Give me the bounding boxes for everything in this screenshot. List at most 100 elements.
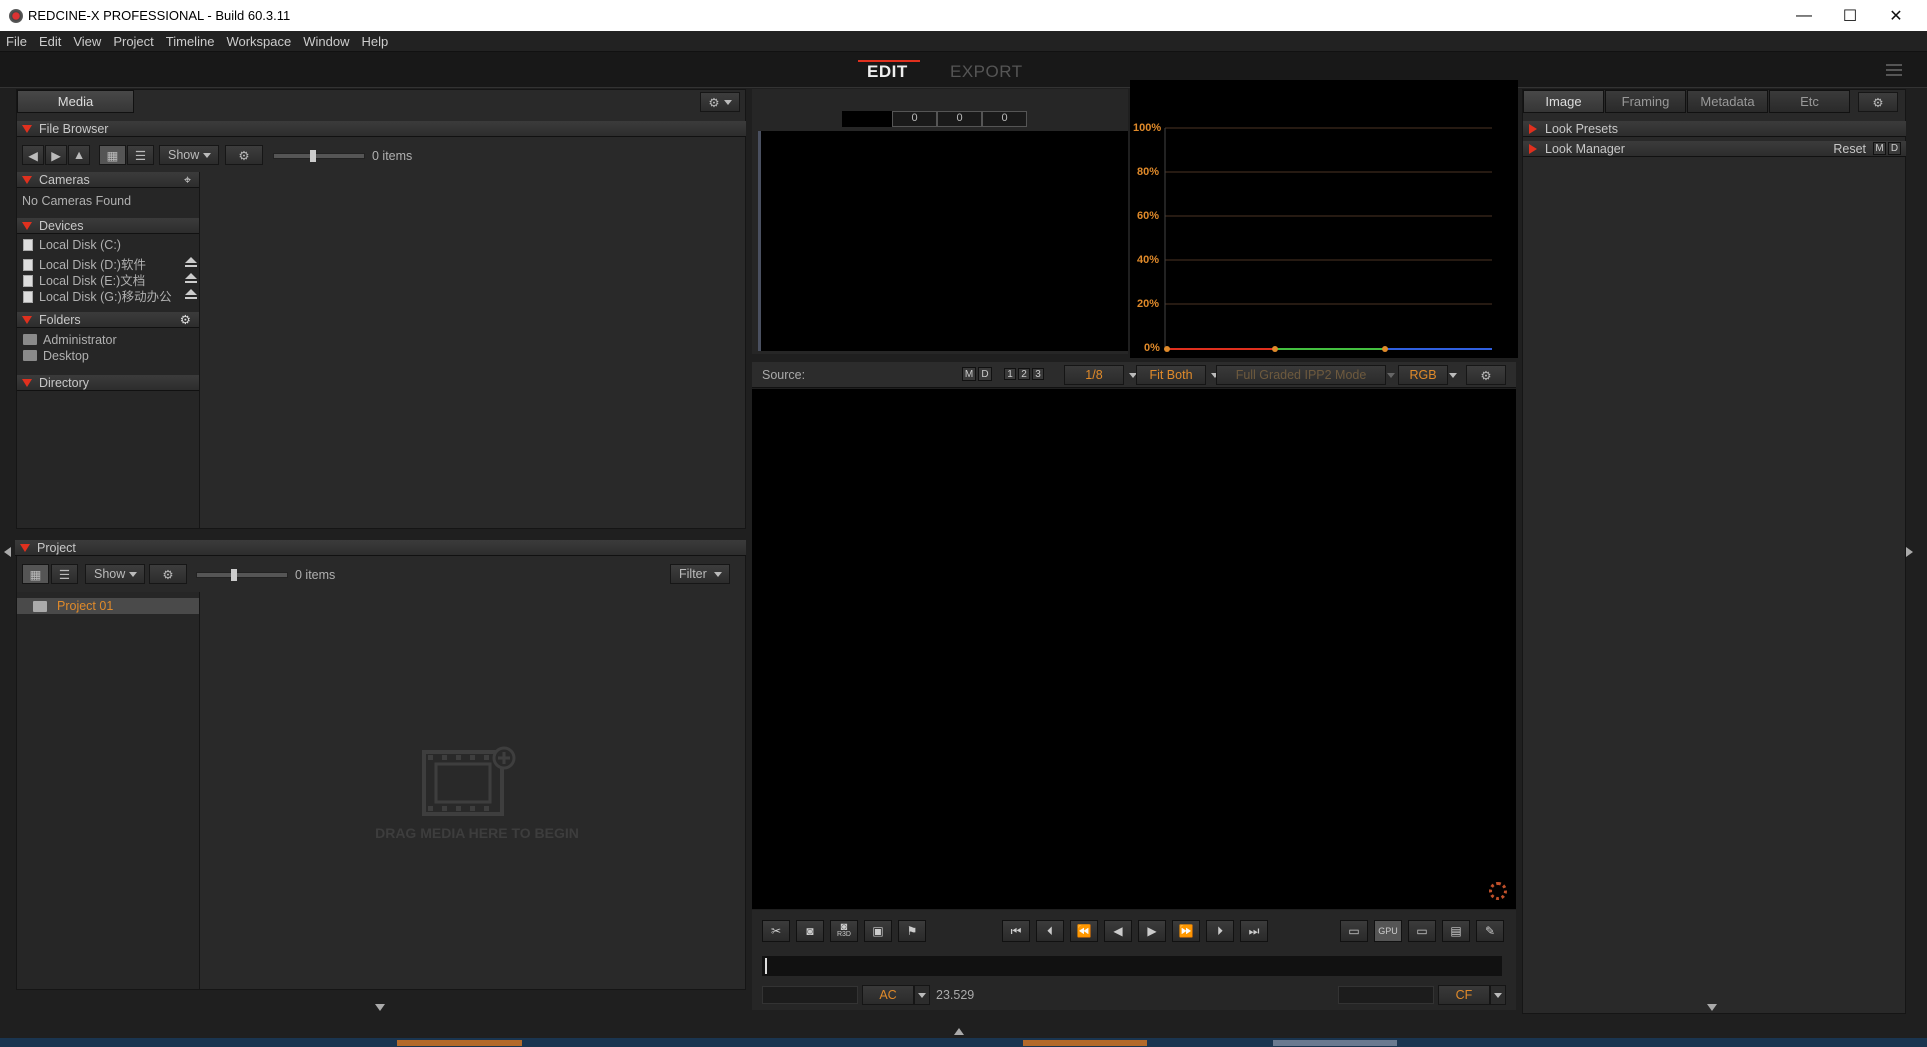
go-to-start-button[interactable]: ⏮ <box>1002 920 1030 942</box>
directory-header[interactable]: Directory <box>17 375 199 391</box>
previous-clip-button[interactable]: ⏴ <box>1036 920 1064 942</box>
next-clip-button[interactable]: ⏵ <box>1206 920 1234 942</box>
reset-button[interactable]: Reset <box>1833 141 1866 157</box>
gear-icon[interactable]: ⚙ <box>180 312 191 328</box>
task-tab[interactable] <box>1023 1040 1147 1046</box>
maximize-button[interactable]: ☐ <box>1827 0 1873 31</box>
project-grid-view-button[interactable]: ▦ <box>22 564 49 584</box>
look-presets-header[interactable]: Look Presets <box>1523 121 1906 137</box>
forward-button[interactable]: ▶ <box>45 145 67 165</box>
minimize-button[interactable]: — <box>1781 0 1827 31</box>
task-tab[interactable] <box>1273 1040 1397 1046</box>
expand-down-arrow-icon[interactable] <box>375 1004 385 1011</box>
menu-timeline[interactable]: Timeline <box>160 31 221 49</box>
marker-button[interactable]: ⚑ <box>898 920 926 942</box>
cut-clip-button[interactable]: ✂ <box>762 920 790 942</box>
menu-window[interactable]: Window <box>297 31 355 49</box>
tab-framing[interactable]: Framing <box>1605 90 1686 113</box>
up-button[interactable]: ▲ <box>68 145 90 165</box>
file-browser-header[interactable]: File Browser <box>17 121 746 137</box>
filter-dropdown[interactable]: Filter <box>670 564 730 584</box>
r3d-snapshot-button[interactable]: ◙ R3D <box>830 920 858 942</box>
back-button[interactable]: ◀ <box>22 145 44 165</box>
safe-area-button[interactable]: ▭ <box>1408 920 1436 942</box>
tab-metadata[interactable]: Metadata <box>1687 90 1768 113</box>
devices-header[interactable]: Devices <box>17 218 199 234</box>
tab-edit[interactable]: EDIT <box>867 62 908 82</box>
snapshot-button[interactable]: ◙ <box>796 920 824 942</box>
audio-channel-dropdown[interactable]: AC <box>862 985 914 1005</box>
view-1-button[interactable]: 1 <box>1004 368 1016 380</box>
device-item-g[interactable]: Local Disk (G:)移动办公 <box>23 286 172 305</box>
look-settings-button[interactable]: ⚙ <box>1858 92 1898 112</box>
menu-help[interactable]: Help <box>355 31 394 49</box>
menu-project[interactable]: Project <box>107 31 159 49</box>
fit-dropdown[interactable]: Fit Both <box>1136 365 1219 385</box>
expand-up-arrow-icon[interactable] <box>954 1028 964 1035</box>
folders-header[interactable]: Folders ⚙ <box>17 312 199 328</box>
overlay-button[interactable]: ▣ <box>864 920 892 942</box>
playhead[interactable] <box>765 958 767 974</box>
channel-dropdown[interactable]: RGB <box>1398 365 1457 385</box>
slider-knob[interactable] <box>231 569 237 581</box>
tab-image[interactable]: Image <box>1523 90 1604 113</box>
media-settings-button[interactable]: ⚙ <box>700 92 740 112</box>
tab-media[interactable]: Media <box>17 90 134 113</box>
view-3-button[interactable]: 3 <box>1032 368 1044 380</box>
project-item-selected[interactable]: Project 01 <box>17 598 199 614</box>
folder-item-desktop[interactable]: Desktop <box>23 349 89 363</box>
folder-item-administrator[interactable]: Administrator <box>23 333 117 347</box>
play-button[interactable]: ▶ <box>1138 920 1166 942</box>
right-expand-down-arrow-icon[interactable] <box>1707 1004 1717 1011</box>
project-header[interactable]: Project <box>15 540 746 556</box>
waveform-button[interactable]: ▤ <box>1442 920 1470 942</box>
look-m-button[interactable]: M <box>1873 142 1886 155</box>
cameras-header[interactable]: Cameras ⌖ <box>17 172 199 188</box>
list-view-button[interactable]: ☰ <box>127 145 154 165</box>
look-manager-header[interactable]: Look Manager Reset M D <box>1523 141 1906 157</box>
eject-icon[interactable] <box>185 273 197 283</box>
viewer-canvas[interactable] <box>752 389 1516 909</box>
step-back-button[interactable]: ◀ <box>1104 920 1132 942</box>
task-tab[interactable] <box>397 1040 522 1046</box>
render-mode-dropdown[interactable]: Full Graded IPP2 Mode <box>1216 365 1395 385</box>
duration-field[interactable] <box>1338 986 1434 1004</box>
project-list-view-button[interactable]: ☰ <box>51 564 78 584</box>
menu-file[interactable]: File <box>0 31 33 49</box>
look-d-button[interactable]: D <box>1888 142 1901 155</box>
panel-menu-icon[interactable] <box>1886 64 1902 76</box>
cf-dropdown-arrow[interactable] <box>1490 985 1506 1005</box>
project-show-dropdown[interactable]: Show <box>85 564 145 584</box>
eject-icon[interactable] <box>185 257 197 267</box>
fast-forward-button[interactable]: ⏩ <box>1172 920 1200 942</box>
audio-dropdown-arrow[interactable] <box>914 985 930 1005</box>
go-to-end-button[interactable]: ⏭ <box>1240 920 1268 942</box>
edit-clip-button[interactable]: ✎ <box>1476 920 1504 942</box>
view-2-button[interactable]: 2 <box>1018 368 1030 380</box>
mark-m-button[interactable]: M <box>962 367 976 381</box>
cf-dropdown[interactable]: CF <box>1438 985 1490 1005</box>
show-dropdown[interactable]: Show <box>159 145 219 165</box>
grid-view-button[interactable]: ▦ <box>99 145 126 165</box>
crosshair-icon[interactable]: ⌖ <box>184 172 191 188</box>
rewind-button[interactable]: ⏪ <box>1070 920 1098 942</box>
close-button[interactable]: ✕ <box>1873 0 1919 31</box>
tab-etc[interactable]: Etc <box>1769 90 1850 113</box>
mark-d-button[interactable]: D <box>978 367 992 381</box>
timeline-scrubber[interactable] <box>762 956 1502 976</box>
project-settings-button[interactable]: ⚙ <box>149 564 187 584</box>
eject-icon[interactable] <box>185 289 197 299</box>
timecode-field[interactable] <box>762 986 858 1004</box>
collapse-left-arrow-icon[interactable] <box>4 547 11 557</box>
monitor-button[interactable]: ▭ <box>1340 920 1368 942</box>
menu-edit[interactable]: Edit <box>33 31 67 49</box>
slider-knob[interactable] <box>310 150 316 162</box>
menu-workspace[interactable]: Workspace <box>220 31 297 49</box>
viewer-settings-button[interactable]: ⚙ <box>1466 365 1506 385</box>
resolution-dropdown[interactable]: 1/8 <box>1064 365 1137 385</box>
gpu-button[interactable]: GPU <box>1374 920 1402 942</box>
menu-view[interactable]: View <box>67 31 107 49</box>
thumbnail-size-slider[interactable] <box>273 150 365 162</box>
tab-export[interactable]: EXPORT <box>950 62 1023 82</box>
browser-settings-button[interactable]: ⚙ <box>225 145 263 165</box>
